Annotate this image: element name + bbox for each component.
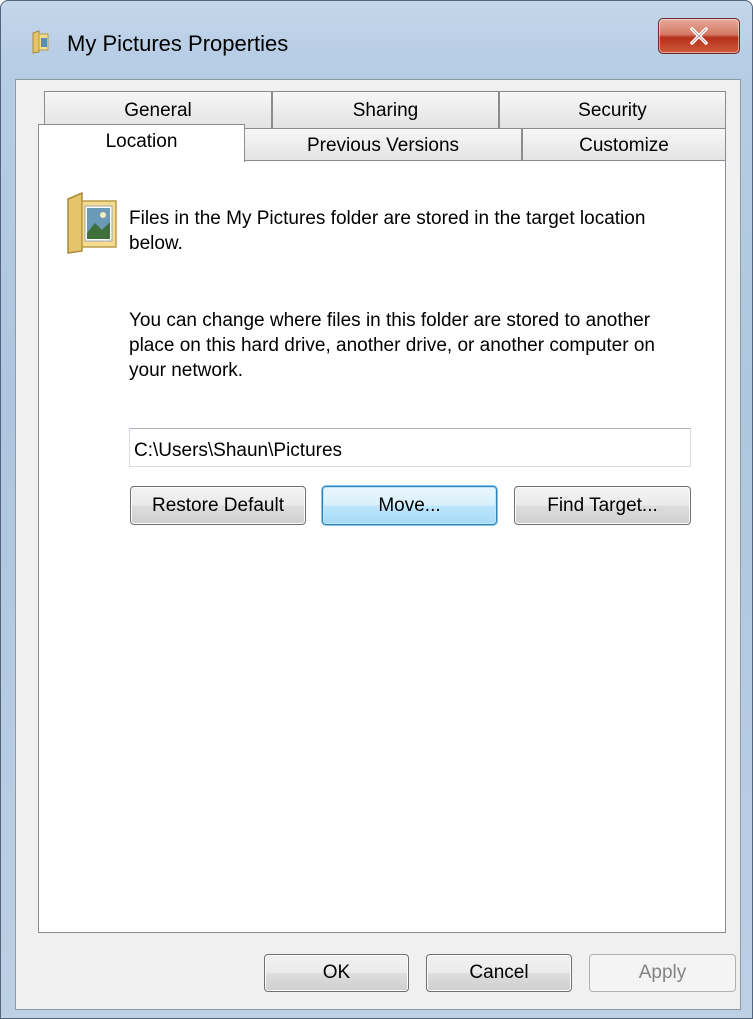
tab-label: Sharing [352,99,419,121]
tab-customize[interactable]: Customize [522,128,726,162]
move-button[interactable]: Move... [322,486,497,525]
apply-button[interactable]: Apply [589,954,736,992]
tab-label: General [124,99,192,121]
tab-security[interactable]: Security [499,91,726,129]
button-label: Find Target... [547,494,658,516]
button-label: Cancel [469,962,529,983]
folder-pictures-icon [67,191,117,254]
tab-label: Previous Versions [306,134,460,156]
location-description: Files in the My Pictures folder are stor… [129,208,646,254]
tab-location[interactable]: Location [38,124,245,162]
location-help-text: You can change where files in this folde… [129,310,655,381]
tab-previous-versions[interactable]: Previous Versions [244,128,522,162]
target-path-input[interactable] [129,428,691,467]
close-button[interactable] [658,18,740,54]
folder-pictures-icon [32,30,49,54]
button-label: OK [322,962,351,983]
tab-label: Security [578,99,647,121]
close-icon [690,27,708,45]
location-tab-panel [38,160,726,933]
tab-label: Location [105,131,178,152]
tab-label: Customize [579,134,669,156]
tab-sharing[interactable]: Sharing [272,91,499,129]
window-title: My Pictures Properties [67,31,289,56]
cancel-button[interactable]: Cancel [426,954,572,992]
ok-button[interactable]: OK [264,954,409,992]
find-target-button[interactable]: Find Target... [514,486,691,525]
restore-default-button[interactable]: Restore Default [130,486,306,525]
button-label: Apply [638,962,687,983]
button-label: Restore Default [151,494,284,516]
button-label: Move... [378,494,441,516]
